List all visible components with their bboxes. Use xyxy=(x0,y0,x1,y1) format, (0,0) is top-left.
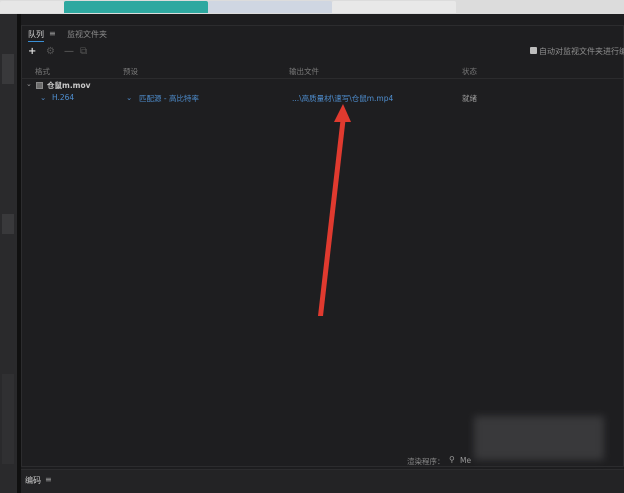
output-preset-link[interactable]: 匹配源 - 高比特率 xyxy=(139,93,199,104)
encoding-menu-icon[interactable]: ≡ xyxy=(45,475,52,484)
duplicate-icon[interactable]: ⧉ xyxy=(80,46,87,58)
queue-menu-icon[interactable]: ≡ xyxy=(49,29,56,38)
rail-block xyxy=(2,374,14,464)
tab-watch-folders[interactable]: 监视文件夹 xyxy=(67,29,107,40)
chevron-down-icon[interactable]: ⌄ xyxy=(40,93,46,102)
browser-tab[interactable] xyxy=(332,1,456,13)
minus-icon[interactable]: — xyxy=(64,46,74,58)
browser-tab[interactable] xyxy=(0,1,64,13)
browser-tab[interactable] xyxy=(208,1,332,13)
queue-output-row[interactable]: ⌄ H.264 ⌄ 匹配源 - 高比特率 ...\高质量材\速写\仓鼠m.mp4… xyxy=(22,93,624,105)
renderer-label: 渲染程序： xyxy=(407,457,445,466)
settings-icon[interactable]: ⚙ xyxy=(46,46,55,58)
queue-source-row[interactable]: ⌄ 仓鼠m.mov xyxy=(22,80,624,92)
chevron-down-icon[interactable]: ⌄ xyxy=(26,80,32,88)
encoding-panel-title[interactable]: 编码 xyxy=(25,475,41,486)
rail-block xyxy=(2,214,14,234)
column-header-format[interactable]: 格式 xyxy=(35,66,50,77)
output-file-link[interactable]: ...\高质量材\速写\仓鼠m.mp4 xyxy=(292,93,393,104)
renderer-icon: ⚲ xyxy=(449,455,455,464)
auto-encode-checkbox[interactable]: 自动对监视文件夹进行编 xyxy=(530,46,624,57)
queue-column-headers: 格式 预设 输出文件 状态 xyxy=(22,64,624,79)
tab-queue[interactable]: 队列 xyxy=(28,29,44,40)
file-icon xyxy=(36,82,43,89)
renderer-select[interactable]: Me xyxy=(460,456,471,465)
active-tab-indicator xyxy=(28,41,44,42)
checkbox-icon[interactable] xyxy=(530,47,537,54)
plus-icon[interactable]: + xyxy=(28,46,36,58)
source-file-name: 仓鼠m.mov xyxy=(47,81,91,90)
encoding-panel: 编码 ≡ xyxy=(21,469,624,493)
output-format-link[interactable]: H.264 xyxy=(52,93,74,102)
output-status: 就绪 xyxy=(462,94,477,103)
chevron-down-icon[interactable]: ⌄ xyxy=(126,93,132,102)
column-header-preset[interactable]: 预设 xyxy=(123,66,138,77)
browser-tab-active[interactable] xyxy=(64,1,208,13)
browser-tab-strip xyxy=(0,0,624,14)
rail-block xyxy=(2,54,14,84)
auto-encode-label: 自动对监视文件夹进行编 xyxy=(539,47,624,56)
app-window: 队列 ≡ 监视文件夹 + ⚙ — ⧉ 自动对监视文件夹进行编 格式 预设 输出文… xyxy=(0,0,624,493)
column-header-status[interactable]: 状态 xyxy=(462,66,477,77)
queue-panel: 队列 ≡ 监视文件夹 + ⚙ — ⧉ 自动对监视文件夹进行编 格式 预设 输出文… xyxy=(21,25,624,467)
left-panel-rail xyxy=(0,14,18,493)
column-header-output[interactable]: 输出文件 xyxy=(289,66,319,77)
blurred-overlay xyxy=(474,416,604,460)
